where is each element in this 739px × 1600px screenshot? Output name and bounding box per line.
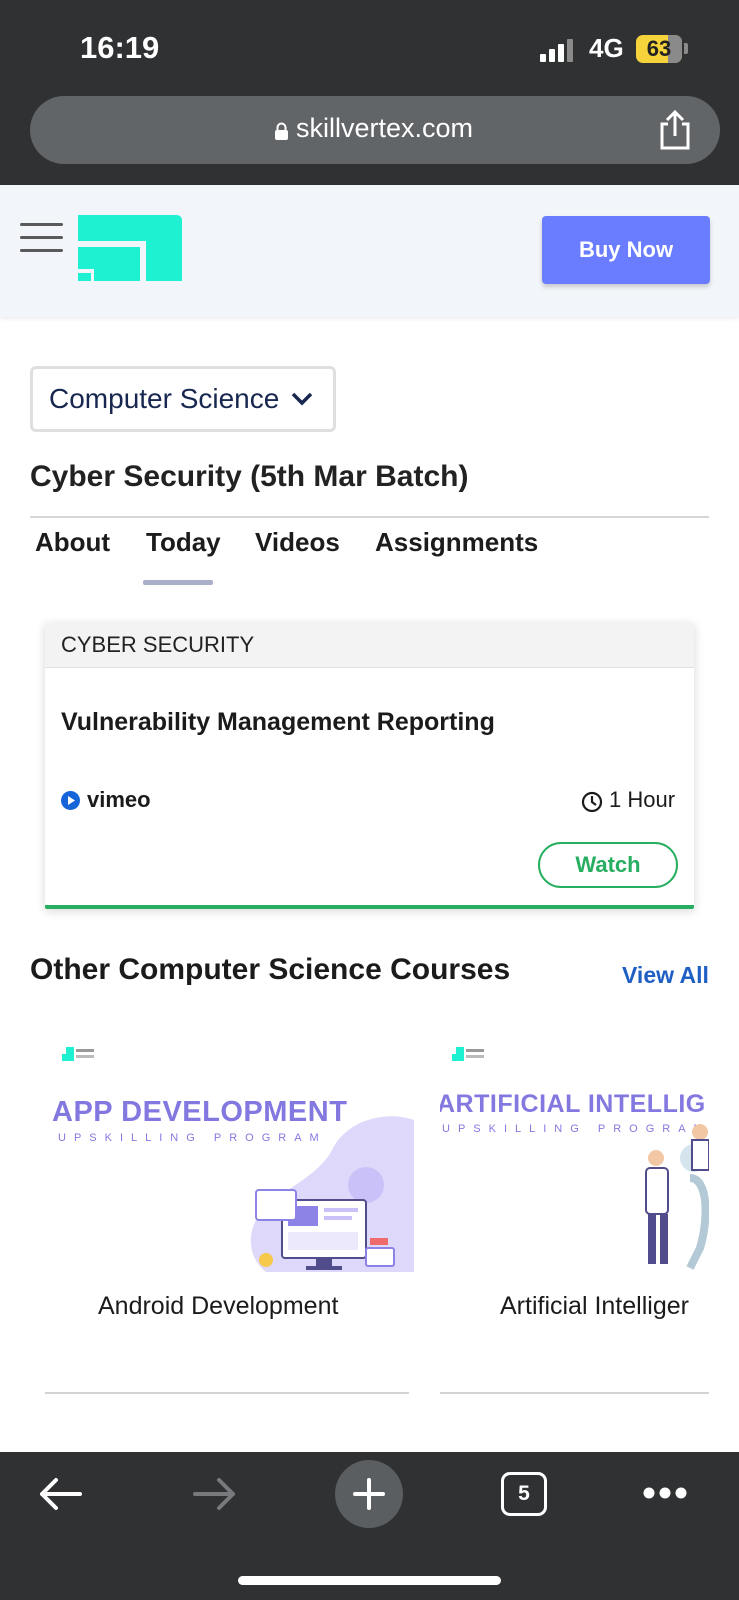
course-name[interactable]: Artificial Intelliger [500, 1292, 689, 1321]
more-icon[interactable] [643, 1486, 687, 1500]
buy-now-button[interactable]: Buy Now [542, 216, 710, 284]
course-name[interactable]: Android Development [98, 1292, 338, 1321]
tab-assignments[interactable]: Assignments [375, 527, 538, 558]
menu-icon[interactable] [20, 223, 63, 253]
url-text[interactable]: skillvertex.com [296, 113, 473, 144]
session-title: Vulnerability Management Reporting [61, 708, 495, 736]
skillvertex-mini-logo [452, 1047, 484, 1061]
home-indicator [238, 1576, 501, 1585]
status-time: 16:19 [80, 30, 160, 65]
banner-heading: ARTIFICIAL INTELLIG [440, 1090, 706, 1118]
play-circle-icon [61, 791, 80, 810]
course-banner-artificial-intelligence[interactable]: ARTIFICIAL INTELLIG UPSKILLING PROGRAM [440, 1040, 709, 1272]
network-type: 4G [589, 33, 624, 63]
skillvertex-logo[interactable] [76, 215, 186, 285]
share-icon[interactable] [657, 110, 693, 150]
forward-arrow-icon[interactable] [193, 1477, 237, 1511]
tab-videos[interactable]: Videos [255, 527, 340, 558]
session-category: CYBER SECURITY [61, 632, 255, 657]
skillvertex-mini-logo [62, 1047, 94, 1061]
other-courses-heading: Other Computer Science Courses [30, 953, 511, 986]
clock-icon [581, 791, 603, 813]
active-tab-indicator [143, 580, 213, 585]
card-divider [440, 1392, 709, 1394]
app-development-illustration [250, 1116, 414, 1272]
cellular-signal-icon [540, 38, 578, 62]
battery-tip [684, 43, 688, 54]
battery-icon: 63 [636, 35, 682, 63]
session-duration: 1 Hour [609, 787, 676, 812]
title-divider [30, 516, 709, 518]
view-all-link[interactable]: View All [622, 962, 709, 989]
screen: 16:19 4G 63 skillvertex.com Buy Now Comp… [0, 0, 739, 1600]
ai-illustration [645, 1124, 709, 1270]
tab-today[interactable]: Today [146, 527, 221, 558]
category-select[interactable]: Computer Science [30, 366, 336, 432]
tab-about[interactable]: About [35, 527, 110, 558]
card-divider [45, 1392, 409, 1394]
new-tab-button[interactable] [335, 1460, 403, 1528]
back-arrow-icon[interactable] [38, 1477, 82, 1511]
session-platform: vimeo [87, 787, 151, 812]
watch-button[interactable]: Watch [538, 842, 678, 888]
course-title: Cyber Security (5th Mar Batch) [30, 460, 469, 493]
category-select-value: Computer Science [49, 383, 280, 414]
plus-icon [353, 1478, 385, 1510]
course-banner-app-development[interactable]: APP DEVELOPMENT UPSKILLING PROGRAM [50, 1040, 414, 1272]
lock-icon [275, 122, 288, 140]
chevron-down-icon [291, 392, 313, 406]
tab-switcher-button[interactable]: 5 [501, 1472, 547, 1516]
battery-level: 63 [646, 36, 672, 61]
